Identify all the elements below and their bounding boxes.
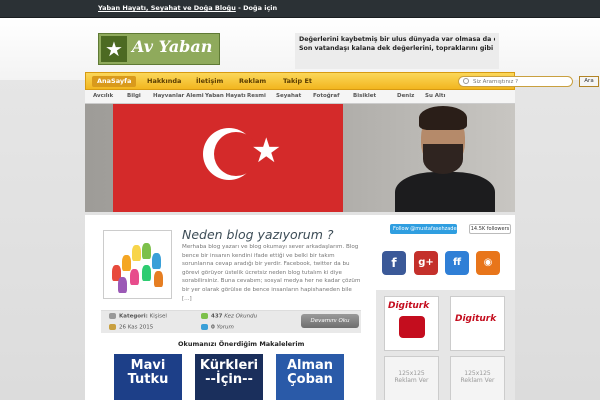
- twitter-follower-count: 14.5K followers: [469, 224, 511, 234]
- friendfeed-icon[interactable]: ff: [445, 251, 469, 275]
- ad-size: 125x125: [398, 370, 425, 377]
- category-su-alti[interactable]: Su Altı: [425, 93, 445, 99]
- ad-placeholder-2[interactable]: 125x125 Reklam Ver: [450, 356, 505, 400]
- hand-shape: [118, 277, 127, 293]
- calendar-icon: [109, 324, 116, 330]
- rss-icon[interactable]: ◉: [476, 251, 500, 275]
- top-bar: Yaban Hayatı, Seyahat ve Doğa Bloğu - Do…: [0, 0, 600, 18]
- digiturk-logo-icon: [398, 316, 425, 338]
- author-beard: [423, 144, 463, 174]
- ad-size: 125x125: [464, 370, 491, 377]
- thumbnail-art: [108, 235, 167, 294]
- search-input[interactable]: [473, 77, 569, 86]
- category-yaban-hayati[interactable]: Yaban Hayatı: [205, 93, 246, 99]
- category-label: Kategori:: [119, 313, 148, 320]
- views-icon: [201, 313, 208, 319]
- ad-label: Reklam Ver: [460, 377, 495, 384]
- category-seyahat[interactable]: Seyahat: [276, 93, 301, 99]
- ad-placeholder-1[interactable]: 125x125 Reklam Ver: [384, 356, 439, 400]
- author-body: [395, 172, 495, 212]
- post-title[interactable]: Neden blog yazıyorum ?: [182, 227, 334, 242]
- category-fotograf[interactable]: Fotoğraf: [313, 93, 339, 99]
- ad-area: Digiturk Digiturk 125x125 Reklam Ver 125…: [376, 290, 515, 400]
- hand-shape: [130, 269, 139, 285]
- google-plus-icon[interactable]: g+: [414, 251, 438, 275]
- author-hair: [419, 106, 467, 130]
- turkish-flag: ★: [113, 104, 343, 212]
- logo-star-icon: ★: [101, 36, 127, 62]
- header-slogan: Değerlerini kaybetmiş bir ulus dünyada v…: [295, 33, 499, 69]
- views-label: Kez Okundu: [224, 313, 258, 320]
- ad-banner-2[interactable]: Digiturk: [450, 296, 505, 351]
- hand-shape: [154, 271, 163, 287]
- main-nav: AnaSayfa Hakkında İletişim Reklam Takip …: [85, 72, 599, 90]
- category-bilgi[interactable]: Bilgi: [127, 93, 141, 99]
- post-views: 437 Kez Okundu: [201, 313, 257, 320]
- post-excerpt: Merhaba blog yazarı ve blog okumayı seve…: [182, 244, 361, 302]
- post-thumbnail[interactable]: [103, 230, 172, 299]
- nav-item-iletisim[interactable]: İletişim: [191, 76, 228, 87]
- recommended-post-1[interactable]: Mavi Tutku: [114, 354, 182, 400]
- nav-item-hakkinda[interactable]: Hakkında: [142, 76, 186, 87]
- category-resmi[interactable]: Resmi: [247, 93, 266, 99]
- recommended-post-2[interactable]: Kürkleri --İçin--: [195, 354, 263, 400]
- flag-star-icon: ★: [251, 131, 282, 171]
- sidebar: Follow @mustafasehzaden 14.5K followers …: [372, 218, 515, 400]
- ad-banner-1[interactable]: Digiturk: [384, 296, 439, 351]
- site-tagline: - Doğa için: [235, 4, 278, 12]
- category-hayvanlar-alemi[interactable]: Hayvanlar Alemi: [153, 93, 204, 99]
- top-bar-text: Yaban Hayatı, Seyahat ve Doğa Bloğu - Do…: [98, 4, 277, 12]
- hand-shape: [152, 253, 161, 269]
- hand-shape: [132, 245, 141, 261]
- category-avcilik[interactable]: Avcılık: [93, 93, 113, 99]
- search-button[interactable]: Ara: [579, 76, 599, 87]
- hand-shape: [122, 255, 131, 271]
- post-comments: 0 Yorum: [201, 324, 234, 331]
- category-deniz[interactable]: Deniz: [397, 93, 414, 99]
- post-date-value: 26 Kas 2015: [119, 324, 154, 331]
- search-box: [458, 76, 573, 87]
- category-bisiklet[interactable]: Bisiklet: [353, 93, 376, 99]
- facebook-icon[interactable]: f: [382, 251, 406, 275]
- author-photo: [385, 104, 515, 212]
- comment-count: 0: [211, 324, 215, 331]
- comment-icon: [201, 324, 208, 330]
- category-link[interactable]: Kişisel: [150, 314, 167, 320]
- ad-brand: Digiturk: [455, 314, 497, 324]
- category-nav: Avcılık Bilgi Hayvanlar Alemi Yaban Haya…: [85, 90, 515, 104]
- nav-item-takip-et[interactable]: Takip Et: [278, 76, 317, 87]
- site-header: ★ Av Yaban Değerlerini kaybetmiş bir ulu…: [0, 18, 600, 80]
- site-home-link[interactable]: Yaban Hayatı, Seyahat ve Doğa Bloğu: [98, 4, 236, 12]
- search-icon: [463, 78, 469, 84]
- post-meta: Kategori: Kişisel 26 Kas 2015 437 Kez Ok…: [101, 310, 361, 333]
- slogan-line-1: Değerlerini kaybetmiş bir ulus dünyada v…: [299, 36, 495, 43]
- post-category: Kategori: Kişisel: [109, 313, 167, 320]
- ad-brand: Digiturk: [388, 301, 430, 311]
- recommended-post-3[interactable]: Alman Çoban: [276, 354, 344, 400]
- ad-label: Reklam Ver: [394, 377, 429, 384]
- hero-banner-image: ★: [85, 104, 515, 212]
- nav-item-reklam[interactable]: Reklam: [234, 76, 271, 87]
- hand-shape: [142, 243, 151, 259]
- logo-text: Av Yaban: [132, 37, 213, 56]
- site-logo[interactable]: ★ Av Yaban: [98, 33, 220, 65]
- recommended-heading: Okumanızı Önerdiğim Makalelerim: [178, 340, 305, 348]
- hand-shape: [142, 265, 151, 281]
- comment-label: Yorum: [216, 324, 234, 331]
- folder-icon: [109, 313, 116, 319]
- nav-item-anasayfa[interactable]: AnaSayfa: [92, 76, 137, 87]
- post-date: 26 Kas 2015: [109, 324, 153, 331]
- slogan-line-2: Son vatandaşı kalana dek değerlerini, to…: [299, 44, 495, 52]
- twitter-follow-button[interactable]: Follow @mustafasehzaden: [390, 224, 460, 234]
- read-more-button[interactable]: Devamını Oku: [301, 314, 359, 328]
- views-count: 437: [211, 313, 223, 320]
